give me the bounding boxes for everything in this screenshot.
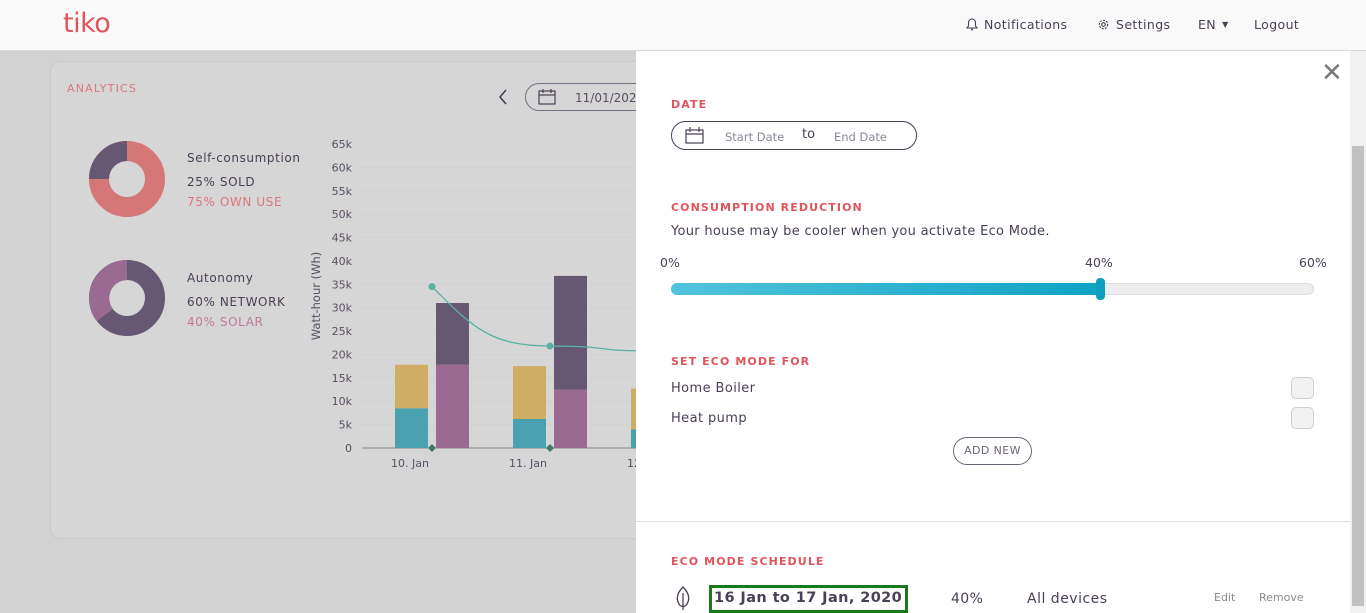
device-label-home-boiler: Home Boiler (671, 381, 756, 396)
y-tick-label: 40k (332, 255, 353, 268)
home-boiler-checkbox[interactable] (1291, 377, 1314, 399)
leaf-icon (674, 586, 692, 613)
y-tick-label: 10k (332, 395, 353, 408)
schedule-date-range[interactable]: 16 Jan to 17 Jan, 2020 (714, 590, 902, 606)
slider-value-label: 40% (1085, 255, 1113, 270)
bar-production-solar (513, 419, 546, 448)
bar-production-solar (395, 408, 428, 448)
autonomy-label: Autonomy (187, 271, 254, 285)
y-tick-label: 55k (332, 185, 353, 198)
y-tick-label: 50k (332, 208, 353, 221)
chevron-left-icon[interactable] (498, 89, 508, 109)
y-tick-label: 60k (332, 161, 353, 174)
panel-divider (636, 521, 1350, 522)
self-consumption-label: Self-consumption (187, 151, 301, 165)
network-percent: 60% NETWORK (187, 295, 286, 309)
logout-link[interactable]: Logout (1254, 17, 1299, 32)
end-date-placeholder[interactable]: End Date (834, 130, 887, 144)
schedule-percent: 40% (951, 591, 984, 607)
top-navigation-bar: tiko Notifications Settings EN ▼ Logout (0, 0, 1366, 51)
reduction-slider-fill (671, 283, 1101, 295)
settings-label: Settings (1116, 17, 1171, 32)
scrollbar-thumb[interactable] (1352, 146, 1364, 606)
bar-production-other (513, 366, 546, 420)
y-axis-label: Watt-hour (Wh) (309, 252, 323, 340)
y-tick-label: 35k (332, 278, 353, 291)
y-tick-label: 5k (339, 419, 353, 432)
bar-consumption-own (554, 389, 587, 448)
analytics-date-value: 11/01/202 (575, 91, 637, 105)
date-section-title: DATE (671, 98, 708, 111)
heat-pump-checkbox[interactable] (1291, 407, 1314, 429)
y-tick-label: 0 (345, 442, 352, 455)
notifications-link[interactable]: Notifications (966, 17, 1067, 32)
language-label: EN (1198, 17, 1217, 32)
consumption-reduction-title: CONSUMPTION REDUCTION (671, 201, 863, 214)
analytics-title: ANALYTICS (67, 82, 138, 95)
y-tick-label: 30k (332, 302, 353, 315)
trend-point (428, 283, 436, 291)
date-range-input[interactable]: Start Date to End Date (671, 121, 917, 150)
slider-max-label: 60% (1299, 255, 1327, 270)
solar-percent: 40% SOLAR (187, 315, 264, 329)
y-tick-label: 45k (332, 232, 353, 245)
bell-icon (966, 18, 978, 31)
eco-schedule-title: ECO MODE SCHEDULE (671, 555, 825, 568)
calendar-icon (685, 127, 704, 144)
calendar-icon (538, 89, 556, 105)
x-axis-marker (428, 444, 436, 452)
caret-down-icon: ▼ (1222, 20, 1229, 29)
x-tick-label: 11. Jan (509, 457, 547, 470)
bar-production-other (395, 364, 428, 409)
y-tick-label: 25k (332, 325, 353, 338)
tiko-logo[interactable]: tiko (63, 8, 111, 39)
gear-icon (1097, 18, 1110, 31)
schedule-devices: All devices (1027, 591, 1108, 607)
bar-consumption-own (436, 364, 469, 448)
slider-min-label: 0% (660, 255, 680, 270)
bar-consumption-network (436, 303, 469, 365)
start-date-placeholder[interactable]: Start Date (725, 130, 784, 144)
add-new-device-button[interactable]: ADD NEW (953, 437, 1032, 465)
y-tick-label: 20k (332, 348, 353, 361)
notifications-label: Notifications (984, 17, 1068, 32)
x-axis-marker (546, 444, 554, 452)
y-tick-label: 15k (332, 372, 353, 385)
trend-point (546, 342, 554, 350)
reduction-description: Your house may be cooler when you activa… (671, 224, 1050, 239)
autonomy-donut (89, 260, 165, 336)
close-icon[interactable]: ✕ (1321, 60, 1343, 86)
y-tick-label: 65k (332, 138, 353, 151)
eco-devices-title: SET ECO MODE FOR (671, 355, 811, 368)
language-dropdown[interactable]: EN ▼ (1198, 17, 1229, 32)
date-range-separator: to (802, 127, 816, 142)
schedule-edit-link[interactable]: Edit (1214, 591, 1235, 604)
x-tick-label: 12. Jan (627, 457, 636, 470)
sold-percent: 25% SOLD (187, 175, 256, 189)
settings-link[interactable]: Settings (1097, 17, 1170, 32)
schedule-remove-link[interactable]: Remove (1259, 591, 1304, 604)
reduction-slider-handle[interactable] (1096, 278, 1105, 300)
own-use-percent: 75% OWN USE (187, 195, 283, 209)
panel-scrollbar[interactable] (1350, 51, 1366, 613)
x-tick-label: 10. Jan (391, 457, 429, 470)
device-label-heat-pump: Heat pump (671, 411, 747, 426)
self-consumption-donut (89, 141, 165, 217)
bar-consumption-network (554, 275, 587, 390)
energy-bar-chart: 0 5k 10k 15k 20k 25k 30k 35k 40k 45k 50k 55k 60k 65k W… (309, 138, 636, 470)
